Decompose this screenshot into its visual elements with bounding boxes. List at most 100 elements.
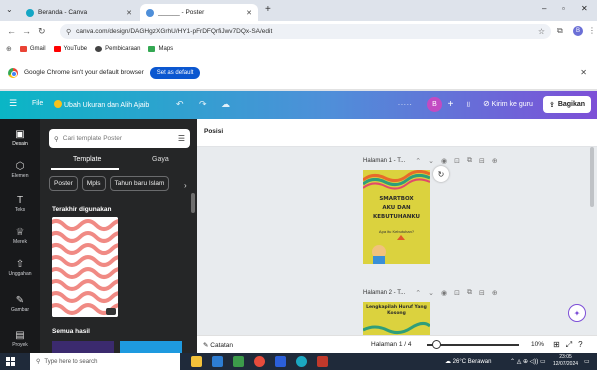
panel-scrollbar[interactable] [191, 193, 195, 213]
duplicate-icon[interactable]: ⧉ [467, 157, 472, 165]
page-label[interactable]: Halaman 1 - T... [363, 158, 405, 164]
chevron-down-icon[interactable]: ⌄ [428, 289, 434, 297]
file-explorer-icon[interactable] [191, 356, 202, 367]
profile-button[interactable]: B [573, 26, 583, 36]
rail-item-elemen[interactable]: ⬡ Elemen [0, 161, 40, 179]
lock-icon[interactable]: ⊡ [454, 157, 460, 165]
notifications-icon[interactable]: ▭ [584, 358, 590, 365]
share-button[interactable]: ⇪ Bagikan [543, 96, 591, 113]
chevron-down-icon[interactable]: ⌄ [428, 157, 434, 165]
reload-icon[interactable]: ↻ [38, 26, 46, 36]
hide-icon[interactable]: ◉ [441, 289, 447, 297]
tab-gaya[interactable]: Gaya [152, 156, 169, 163]
menu-icon[interactable]: ☰ [9, 98, 17, 109]
template-search[interactable]: ⚲ ☰ [49, 129, 190, 148]
minimize-button[interactable]: – [542, 4, 546, 13]
page-2-poster[interactable]: Lengkapilah Huruf Yang Kosong [363, 302, 430, 335]
hide-icon[interactable]: ◉ [441, 157, 447, 165]
weather-widget[interactable]: ☁ 26°C Berawan [445, 358, 491, 365]
tab-beranda[interactable]: Beranda - Canva ✕ [20, 4, 138, 21]
lock-icon[interactable]: ⊡ [454, 289, 460, 297]
close-banner-icon[interactable]: ✕ [580, 68, 587, 77]
canvas-scrollbar[interactable] [590, 147, 594, 207]
chip-poster[interactable]: Poster [49, 176, 78, 191]
notes-button[interactable]: ✎ Catatan [203, 341, 233, 349]
add-page-icon[interactable]: ⊕ [492, 157, 498, 165]
add-collaborator-icon[interactable]: + [443, 97, 458, 112]
grid-view-icon[interactable]: ⊞ [553, 340, 560, 350]
filter-icon[interactable]: ☰ [178, 134, 185, 143]
template-search-input[interactable] [62, 135, 163, 142]
app-icon[interactable] [317, 356, 328, 367]
page-label[interactable]: Halaman 2 - T... [363, 290, 405, 296]
taskbar-search[interactable]: ⚲ Type here to search [30, 353, 180, 370]
fullscreen-icon[interactable]: ⤢ [566, 340, 572, 350]
file-menu[interactable]: File [32, 100, 43, 107]
edge-icon[interactable] [296, 356, 307, 367]
redo-icon[interactable]: ↷ [199, 99, 207, 110]
extensions-icon[interactable]: ⧉ [557, 26, 563, 36]
delete-icon[interactable]: ⊟ [479, 289, 485, 297]
chrome-taskbar-icon[interactable] [254, 356, 265, 367]
analytics-icon[interactable]: ⫫ [461, 97, 476, 112]
bookmark-star-icon[interactable]: ☆ [538, 27, 545, 36]
taskbar-clock[interactable]: 23:05 12/07/2024 [553, 354, 578, 368]
recent-template-thumbnail[interactable] [52, 217, 118, 317]
user-avatar[interactable]: B [427, 97, 442, 112]
rail-item-gambar[interactable]: ✎ Gambar [0, 295, 40, 313]
bookmark-pembicaraan[interactable]: Pembicaraan [95, 46, 140, 52]
rail-item-teks[interactable]: T Teks [0, 195, 40, 213]
bookmark-gmail[interactable]: Gmail [19, 46, 46, 52]
address-bar[interactable]: ⚲ canva.com/design/DAGHgzXGrhU/HY1-pFrDF… [60, 24, 551, 39]
rail-item-proyek[interactable]: ▤ Proyek [0, 330, 40, 348]
set-default-button[interactable]: Set as default [149, 66, 201, 79]
position-label[interactable]: Posisi [204, 128, 223, 135]
youtube-icon [53, 46, 61, 52]
store-icon[interactable] [233, 356, 244, 367]
windows-start-icon[interactable] [6, 357, 15, 366]
undo-icon[interactable]: ↶ [176, 99, 184, 110]
help-icon[interactable]: ? [578, 340, 582, 350]
page-1-poster[interactable]: SMARTBOX AKU DAN KEBUTUHANKU Apa itu Keb… [363, 170, 430, 264]
mail-icon[interactable] [212, 356, 223, 367]
chip-mpls[interactable]: Mpls [81, 176, 106, 191]
chevron-right-icon[interactable]: › [184, 181, 187, 190]
bookmark-maps[interactable]: Maps [148, 46, 173, 52]
delete-icon[interactable]: ⊟ [479, 157, 485, 165]
back-icon[interactable]: ← [7, 26, 16, 36]
magic-assistant-icon[interactable]: ✦ [568, 304, 586, 322]
regenerate-icon[interactable]: ↻ [433, 166, 449, 182]
duplicate-icon[interactable]: ⧉ [467, 289, 472, 297]
bookmark-youtube[interactable]: YouTube [53, 46, 87, 52]
result-thumbnail[interactable] [52, 341, 114, 353]
new-tab-button[interactable]: + [265, 4, 271, 15]
cloud-saved-icon[interactable]: ☁ [221, 99, 230, 110]
chrome-menu-icon[interactable]: ⋮ [588, 26, 596, 35]
add-page-icon[interactable]: ⊕ [492, 289, 498, 297]
zoom-level[interactable]: 10% [531, 341, 544, 348]
send-to-teacher-button[interactable]: ⊘ Kirim ke guru [483, 99, 533, 108]
chip-tahun-baru-islam[interactable]: Tahun baru Islam [109, 176, 170, 191]
resize-menu[interactable]: Ubah Ukuran dan Alih Ajaib [54, 100, 149, 109]
design-title[interactable]: ..... [398, 100, 413, 107]
apps-icon[interactable]: ⊕ [6, 45, 12, 53]
close-tab-icon[interactable]: ✕ [126, 9, 132, 17]
rail-item-desain[interactable]: ▣ Desain [0, 129, 40, 147]
chevron-up-icon[interactable]: ⌃ [415, 289, 421, 297]
system-tray-icons[interactable]: ⌃ ◬ ⊕ ◁)) ▭ [510, 358, 546, 365]
tab-poster[interactable]: ______ - Poster ✕ [140, 4, 258, 21]
site-info-icon[interactable]: ⚲ [66, 28, 71, 36]
tab-template[interactable]: Template [73, 156, 101, 163]
page-counter[interactable]: Halaman 1 / 4 [371, 341, 411, 348]
word-icon[interactable] [275, 356, 286, 367]
chevron-up-icon[interactable]: ⌃ [415, 157, 421, 165]
close-window-button[interactable]: ✕ [581, 4, 588, 13]
rail-item-merek[interactable]: ♕ Merek [0, 227, 40, 245]
rail-item-unggahan[interactable]: ⇧ Unggahan [0, 259, 40, 277]
zoom-slider-handle[interactable] [432, 340, 442, 349]
tab-search-icon[interactable]: ⌄ [6, 5, 13, 14]
close-tab-icon[interactable]: ✕ [246, 9, 252, 17]
result-thumbnail[interactable] [120, 341, 182, 353]
maximize-button[interactable]: ▫ [562, 4, 565, 13]
forward-icon[interactable]: → [22, 26, 31, 36]
